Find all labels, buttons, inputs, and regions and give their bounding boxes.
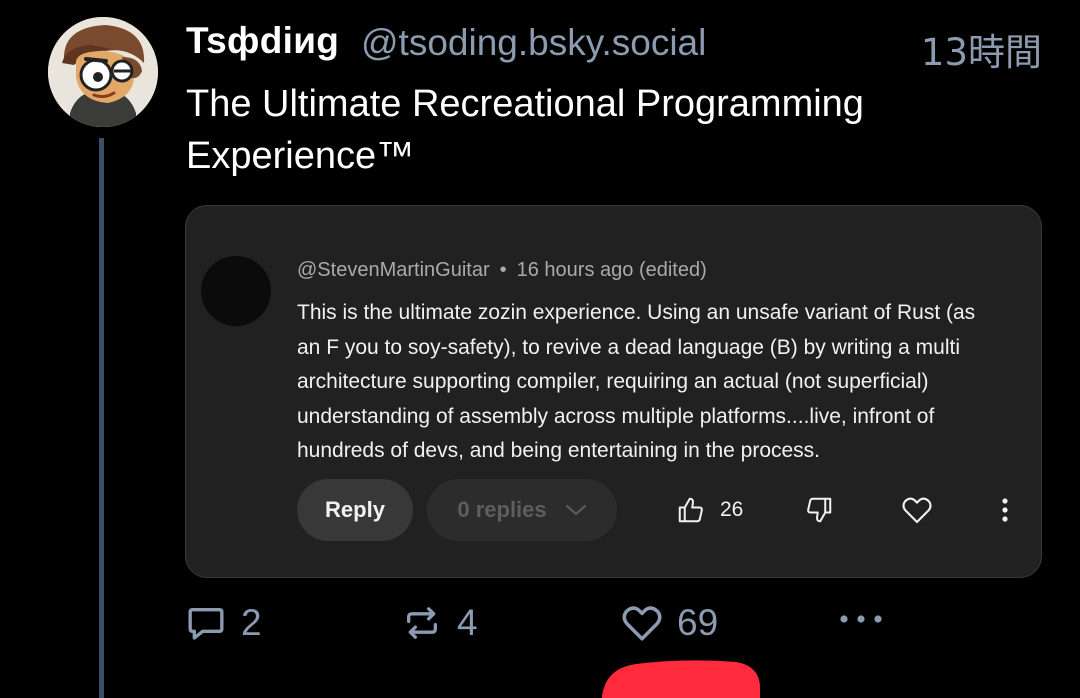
like-button[interactable]: 69 xyxy=(621,602,718,644)
like-count: 69 xyxy=(677,602,719,643)
heart-icon xyxy=(902,497,932,524)
replies-dropdown[interactable]: 0 replies xyxy=(427,479,617,541)
comment-time: 16 hours ago (edited) xyxy=(516,259,707,281)
replies-label: 0 replies xyxy=(457,497,547,522)
repost-count: 4 xyxy=(457,602,478,643)
meta-separator: • xyxy=(499,259,507,281)
comment-like-count: 26 xyxy=(720,498,744,521)
kebab-menu-icon xyxy=(1002,498,1008,522)
post-text-line: Experience™ xyxy=(186,135,415,177)
handle[interactable]: @tsoding.bsky.social xyxy=(361,22,706,64)
commenter-avatar xyxy=(201,256,271,326)
embedded-comment-card[interactable]: @StevenMartinGuitar • 16 hours ago (edited… xyxy=(185,205,1042,578)
timestamp[interactable]: 13時間 xyxy=(921,22,1042,76)
comment-line: hundreds of devs, and being entertaining… xyxy=(297,439,821,462)
post-action-bar: 2 4 69 xyxy=(185,602,1044,656)
red-underline-annotation xyxy=(602,660,760,698)
reply-count: 2 xyxy=(241,602,262,643)
post-header: Tsфdiиg @tsoding.bsky.social 13時間 xyxy=(186,18,1044,74)
repost-button[interactable]: 4 xyxy=(401,602,478,644)
display-name[interactable]: Tsфdiиg xyxy=(186,20,339,62)
comment-author: @StevenMartinGuitar xyxy=(297,259,490,281)
thread-line xyxy=(99,138,104,698)
comment-meta: @StevenMartinGuitar • 16 hours ago (edited… xyxy=(297,259,707,282)
comment-line: This is the ultimate zozin experience. U… xyxy=(297,301,976,324)
comment-line: an F you to soy-safety), to revive a dea… xyxy=(297,335,960,359)
repost-arrows-icon xyxy=(407,607,437,639)
comment-line: architecture supporting compiler, requir… xyxy=(297,370,929,393)
avatar-cartoon-icon xyxy=(48,17,158,127)
comment-body: This is the ultimate zozin experience. U… xyxy=(297,296,1032,469)
post-text: The Ultimate Recreational Programming Ex… xyxy=(186,78,1006,182)
comment-heart-button[interactable] xyxy=(901,486,933,534)
comment-like-button[interactable]: 26 xyxy=(676,486,743,534)
reply-button-label: Reply xyxy=(325,497,385,522)
comment-dislike-button[interactable] xyxy=(804,486,834,534)
comment-reply-button[interactable]: Reply xyxy=(297,479,413,541)
avatar[interactable] xyxy=(48,17,158,127)
post-text-line: The Ultimate Recreational Programming xyxy=(186,83,864,125)
comment-menu-button[interactable] xyxy=(1001,486,1009,534)
thumb-up-icon xyxy=(678,497,703,523)
more-dots-icon xyxy=(840,615,882,623)
comment-line: understanding of assembly across multipl… xyxy=(297,404,935,428)
speech-bubble-icon xyxy=(188,608,224,640)
heart-icon xyxy=(622,606,662,641)
chevron-down-icon xyxy=(565,505,586,515)
reply-button[interactable]: 2 xyxy=(185,602,262,644)
more-button[interactable] xyxy=(837,612,885,626)
thumb-down-icon xyxy=(807,497,832,523)
